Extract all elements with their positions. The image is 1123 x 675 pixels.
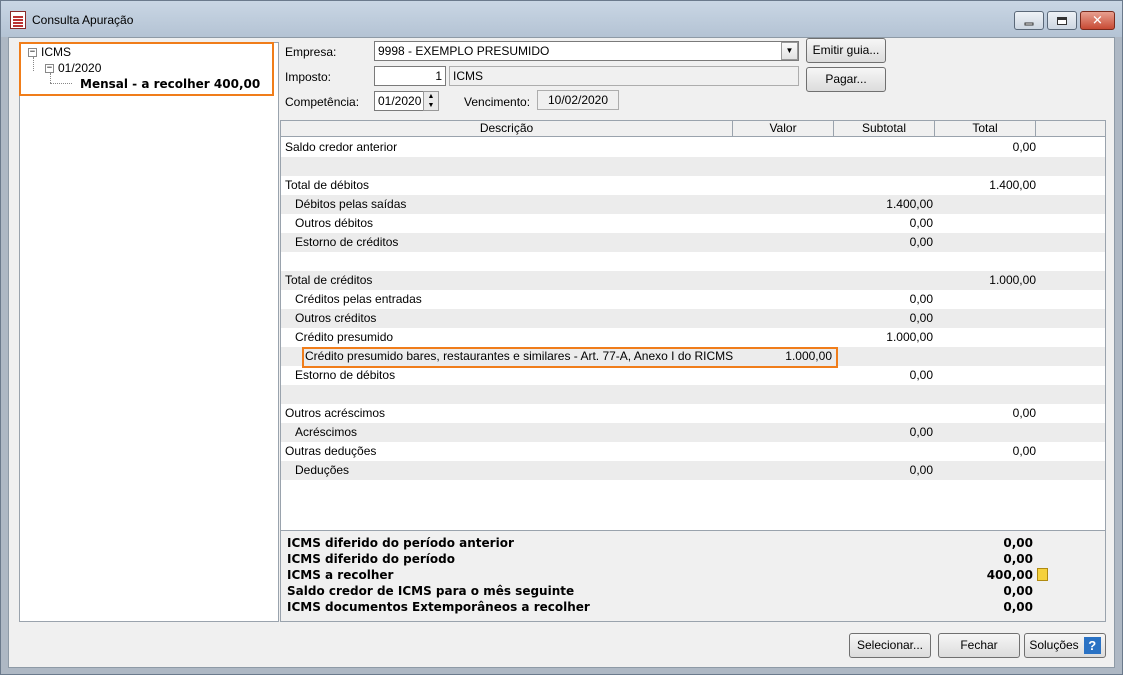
table-row[interactable]: Estorno de créditos 0,00: [281, 233, 1105, 252]
summary-value: 0,00: [1003, 536, 1033, 550]
apuracao-grid[interactable]: Descrição Valor Subtotal Total Saldo cre…: [280, 120, 1106, 540]
competencia-label: Competência:: [285, 95, 360, 109]
help-icon: ?: [1083, 637, 1101, 655]
col-header-total[interactable]: Total: [935, 121, 1036, 137]
cell-subtotal: 1.000,00: [886, 330, 933, 344]
cell-descricao: Outras deduções: [285, 444, 377, 458]
summary-value: 400,00: [986, 568, 1033, 582]
cell-total: 0,00: [1012, 444, 1036, 458]
cell-subtotal: 0,00: [909, 311, 933, 325]
title-bar[interactable]: Consulta Apuração ✕: [1, 1, 1122, 37]
cell-descricao: Outros créditos: [295, 311, 377, 325]
cell-subtotal: 0,00: [909, 235, 933, 249]
cell-descricao: Crédito presumido: [295, 330, 394, 344]
table-row[interactable]: Total de créditos 1.000,00: [281, 271, 1105, 290]
summary-label: ICMS a recolher: [287, 568, 394, 582]
chevron-down-icon: ▼: [785, 46, 794, 55]
table-row[interactable]: Saldo credor anterior 0,00: [281, 138, 1105, 157]
table-row[interactable]: Acréscimos 0,00: [281, 423, 1105, 442]
cell-subtotal: 0,00: [909, 292, 933, 306]
cell-subtotal: 0,00: [909, 216, 933, 230]
close-icon: ✕: [1092, 13, 1103, 28]
consulta-apuracao-window: Consulta Apuração ✕ − ICMS − 01/2020 Men…: [0, 0, 1123, 675]
cell-total: 0,00: [1012, 140, 1036, 154]
cell-descricao: Estorno de débitos: [295, 368, 396, 382]
grid-header: Descrição Valor Subtotal Total: [281, 121, 1105, 137]
cell-descricao: Outros acréscimos: [285, 406, 386, 420]
solucoes-button[interactable]: Soluções?: [1024, 633, 1106, 658]
close-button[interactable]: ✕: [1080, 11, 1115, 30]
table-row[interactable]: Créditos pelas entradas 0,00: [281, 290, 1105, 309]
cell-descricao: Débitos pelas saídas: [295, 197, 407, 211]
cell-descricao: Total de débitos: [285, 178, 370, 192]
cell-descricao: Estorno de créditos: [295, 235, 399, 249]
empresa-value: 9998 - EXEMPLO PRESUMIDO: [378, 44, 550, 58]
spin-down-icon[interactable]: ▼: [424, 101, 438, 110]
summary-panel: ICMS diferido do período anterior 0,00 ICM…: [280, 530, 1106, 622]
table-row[interactable]: Outros débitos 0,00: [281, 214, 1105, 233]
cell-total: 0,00: [1012, 406, 1036, 420]
table-row[interactable]: Estorno de débitos 0,00: [281, 366, 1105, 385]
cell-subtotal: 0,00: [909, 368, 933, 382]
cell-descricao: Outros débitos: [295, 216, 374, 230]
summary-value: 0,00: [1003, 552, 1033, 566]
table-row[interactable]: [281, 385, 1105, 404]
empresa-combo[interactable]: 9998 - EXEMPLO PRESUMIDO: [374, 41, 799, 61]
table-row[interactable]: Outros créditos 0,00: [281, 309, 1105, 328]
table-row[interactable]: Outros acréscimos 0,00: [281, 404, 1105, 423]
payment-note-icon[interactable]: [1037, 568, 1048, 581]
table-row[interactable]: Crédito presumido 1.000,00: [281, 328, 1105, 347]
cell-descricao: Acréscimos: [295, 425, 358, 439]
summary-label: ICMS diferido do período anterior: [287, 536, 514, 550]
client-area: − ICMS − 01/2020 Mensal - a recolher 400…: [8, 37, 1115, 668]
summary-value: 0,00: [1003, 584, 1033, 598]
vencimento-field: 10/02/2020: [537, 90, 619, 110]
empresa-label: Empresa:: [285, 45, 337, 59]
table-row[interactable]: Débitos pelas saídas 1.400,00: [281, 195, 1105, 214]
window-title: Consulta Apuração: [32, 13, 134, 27]
spin-up-icon[interactable]: ▲: [424, 92, 438, 101]
cell-descricao: Créditos pelas entradas: [295, 292, 422, 306]
pagar-button[interactable]: Pagar...: [806, 67, 886, 92]
competencia-field[interactable]: 01/2020: [374, 91, 424, 111]
table-row[interactable]: Deduções 0,00: [281, 461, 1105, 480]
summary-label: ICMS documentos Extemporâneos a recolher: [287, 600, 590, 614]
col-header-valor[interactable]: Valor: [733, 121, 834, 137]
table-row[interactable]: Outras deduções 0,00: [281, 442, 1105, 461]
vencimento-label: Vencimento:: [464, 95, 531, 109]
period-tree[interactable]: − ICMS − 01/2020 Mensal - a recolher 400…: [19, 42, 279, 622]
cell-descricao: Deduções: [295, 463, 350, 477]
emitir-guia-button[interactable]: Emitir guia...: [806, 38, 886, 63]
imposto-name-field: ICMS: [449, 66, 799, 86]
maximize-icon: [1057, 16, 1067, 25]
table-row[interactable]: [281, 157, 1105, 176]
cell-descricao: Saldo credor anterior: [285, 140, 398, 154]
tree-highlight-box: [19, 42, 274, 96]
solucoes-label: Soluções: [1029, 638, 1079, 652]
summary-value: 0,00: [1003, 600, 1033, 614]
minimize-icon: [1024, 22, 1034, 25]
fechar-button[interactable]: Fechar: [938, 633, 1020, 658]
row-highlight-box: [302, 347, 838, 368]
app-document-icon: [10, 11, 26, 29]
summary-label: ICMS diferido do período: [287, 552, 455, 566]
table-row[interactable]: Total de débitos 1.400,00: [281, 176, 1105, 195]
table-row[interactable]: [281, 252, 1105, 271]
empresa-dropdown-button[interactable]: ▼: [781, 42, 798, 60]
col-header-subtotal[interactable]: Subtotal: [834, 121, 935, 137]
cell-subtotal: 1.400,00: [886, 197, 933, 211]
cell-total: 1.400,00: [989, 178, 1036, 192]
col-header-descricao[interactable]: Descrição: [281, 121, 733, 137]
cell-total: 1.000,00: [989, 273, 1036, 287]
imposto-code-field[interactable]: 1: [374, 66, 446, 86]
cell-subtotal: 0,00: [909, 425, 933, 439]
minimize-button[interactable]: [1014, 11, 1044, 30]
imposto-label: Imposto:: [285, 70, 332, 84]
maximize-button[interactable]: [1047, 11, 1077, 30]
cell-descricao: Total de créditos: [285, 273, 373, 287]
summary-label: Saldo credor de ICMS para o mês seguinte: [287, 584, 575, 598]
competencia-spinner[interactable]: ▲ ▼: [423, 91, 439, 111]
cell-subtotal: 0,00: [909, 463, 933, 477]
selecionar-button[interactable]: Selecionar...: [849, 633, 931, 658]
